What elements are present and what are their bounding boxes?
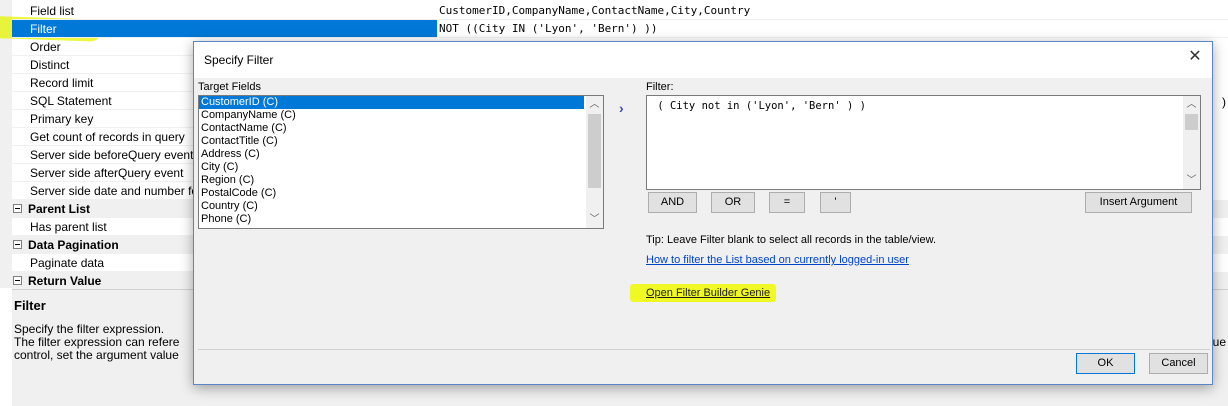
- filter-builder-genie-link[interactable]: Open Filter Builder Genie: [646, 287, 770, 299]
- close-icon[interactable]: ✕: [1178, 42, 1212, 72]
- ok-button[interactable]: OK: [1076, 353, 1135, 374]
- field-list-item[interactable]: CompanyName (C): [199, 109, 603, 122]
- dialog-separator: [198, 349, 1210, 350]
- target-fields-list[interactable]: CustomerID (C) CompanyName (C) ContactName…: [198, 95, 604, 229]
- sql-value-paren: ): [1222, 95, 1226, 109]
- fields-scrollbar[interactable]: ︿ ﹀: [586, 96, 603, 228]
- tip-text: Tip: Leave Filter blank to select all re…: [646, 234, 937, 246]
- and-button[interactable]: AND: [648, 192, 697, 213]
- how-to-filter-link[interactable]: How to filter the List based on currentl…: [646, 254, 909, 266]
- field-list-item[interactable]: ContactTitle (C): [199, 135, 603, 148]
- insert-argument-button[interactable]: Insert Argument: [1085, 192, 1192, 213]
- cancel-button[interactable]: Cancel: [1149, 353, 1208, 374]
- scroll-thumb[interactable]: [1185, 114, 1198, 130]
- filter-scrollbar[interactable]: ︿ ﹀: [1183, 96, 1200, 189]
- fields-container: CustomerID (C) CompanyName (C) ContactName…: [199, 96, 603, 226]
- dialog-titlebar[interactable]: Specify Filter ✕: [194, 42, 1212, 78]
- collapse-icon[interactable]: [13, 204, 22, 213]
- or-button[interactable]: OR: [711, 192, 755, 213]
- field-list-item[interactable]: City (C): [199, 161, 603, 174]
- specify-filter-dialog: Specify Filter ✕ Target Fields CustomerI…: [193, 41, 1213, 385]
- category-label: Return Value: [28, 274, 102, 288]
- field-list-item[interactable]: Region (C): [199, 174, 603, 187]
- field-list-item[interactable]: CustomerID (C): [199, 96, 584, 109]
- equals-button[interactable]: =: [769, 192, 805, 213]
- description-line: Specify the filter expression.: [14, 322, 165, 336]
- prop-row-field-list[interactable]: Field list CustomerID,CompanyName,Contac…: [12, 2, 1228, 20]
- field-list-item[interactable]: Phone (C): [199, 213, 603, 226]
- prop-row-filter[interactable]: Filter NOT ((City IN ('Lyon', 'Bern') )): [12, 20, 1228, 38]
- filter-textarea[interactable]: ( City not in ('Lyon', 'Bern' ) ) ︿ ﹀: [646, 95, 1201, 190]
- scroll-down-icon[interactable]: ﹀: [1183, 172, 1200, 189]
- prop-name: Filter: [12, 20, 437, 38]
- scroll-thumb[interactable]: [588, 114, 601, 188]
- collapse-icon[interactable]: [13, 240, 22, 249]
- scroll-up-icon[interactable]: ︿: [586, 96, 603, 113]
- collapse-icon[interactable]: [13, 276, 22, 285]
- quote-button[interactable]: ': [820, 192, 851, 213]
- field-list-item[interactable]: PostalCode (C): [199, 187, 603, 200]
- prop-name: Field list: [12, 2, 437, 20]
- prop-value[interactable]: NOT ((City IN ('Lyon', 'Bern') )): [439, 20, 1228, 38]
- category-label: Parent List: [28, 202, 91, 216]
- description-title: Filter: [14, 298, 46, 313]
- description-line: The filter expression can refere: [14, 335, 180, 349]
- dialog-title: Specify Filter: [204, 53, 274, 67]
- prop-value[interactable]: CustomerID,CompanyName,ContactName,City,…: [439, 2, 1228, 20]
- grid-margin: [0, 0, 12, 288]
- filter-label: Filter:: [646, 81, 674, 93]
- field-list-item[interactable]: Address (C): [199, 148, 603, 161]
- target-fields-label: Target Fields: [198, 81, 261, 93]
- scroll-down-icon[interactable]: ﹀: [586, 211, 603, 228]
- filter-text[interactable]: ( City not in ('Lyon', 'Bern' ) ): [651, 100, 866, 112]
- category-label: Data Pagination: [28, 238, 119, 252]
- description-line: control, set the argument value: [14, 348, 179, 362]
- description-line-tail: ue: [1212, 335, 1226, 349]
- add-field-chevron-icon[interactable]: ›: [619, 100, 624, 116]
- field-list-item[interactable]: Country (C): [199, 200, 603, 213]
- field-list-item[interactable]: ContactName (C): [199, 122, 603, 135]
- scroll-up-icon[interactable]: ︿: [1183, 96, 1200, 113]
